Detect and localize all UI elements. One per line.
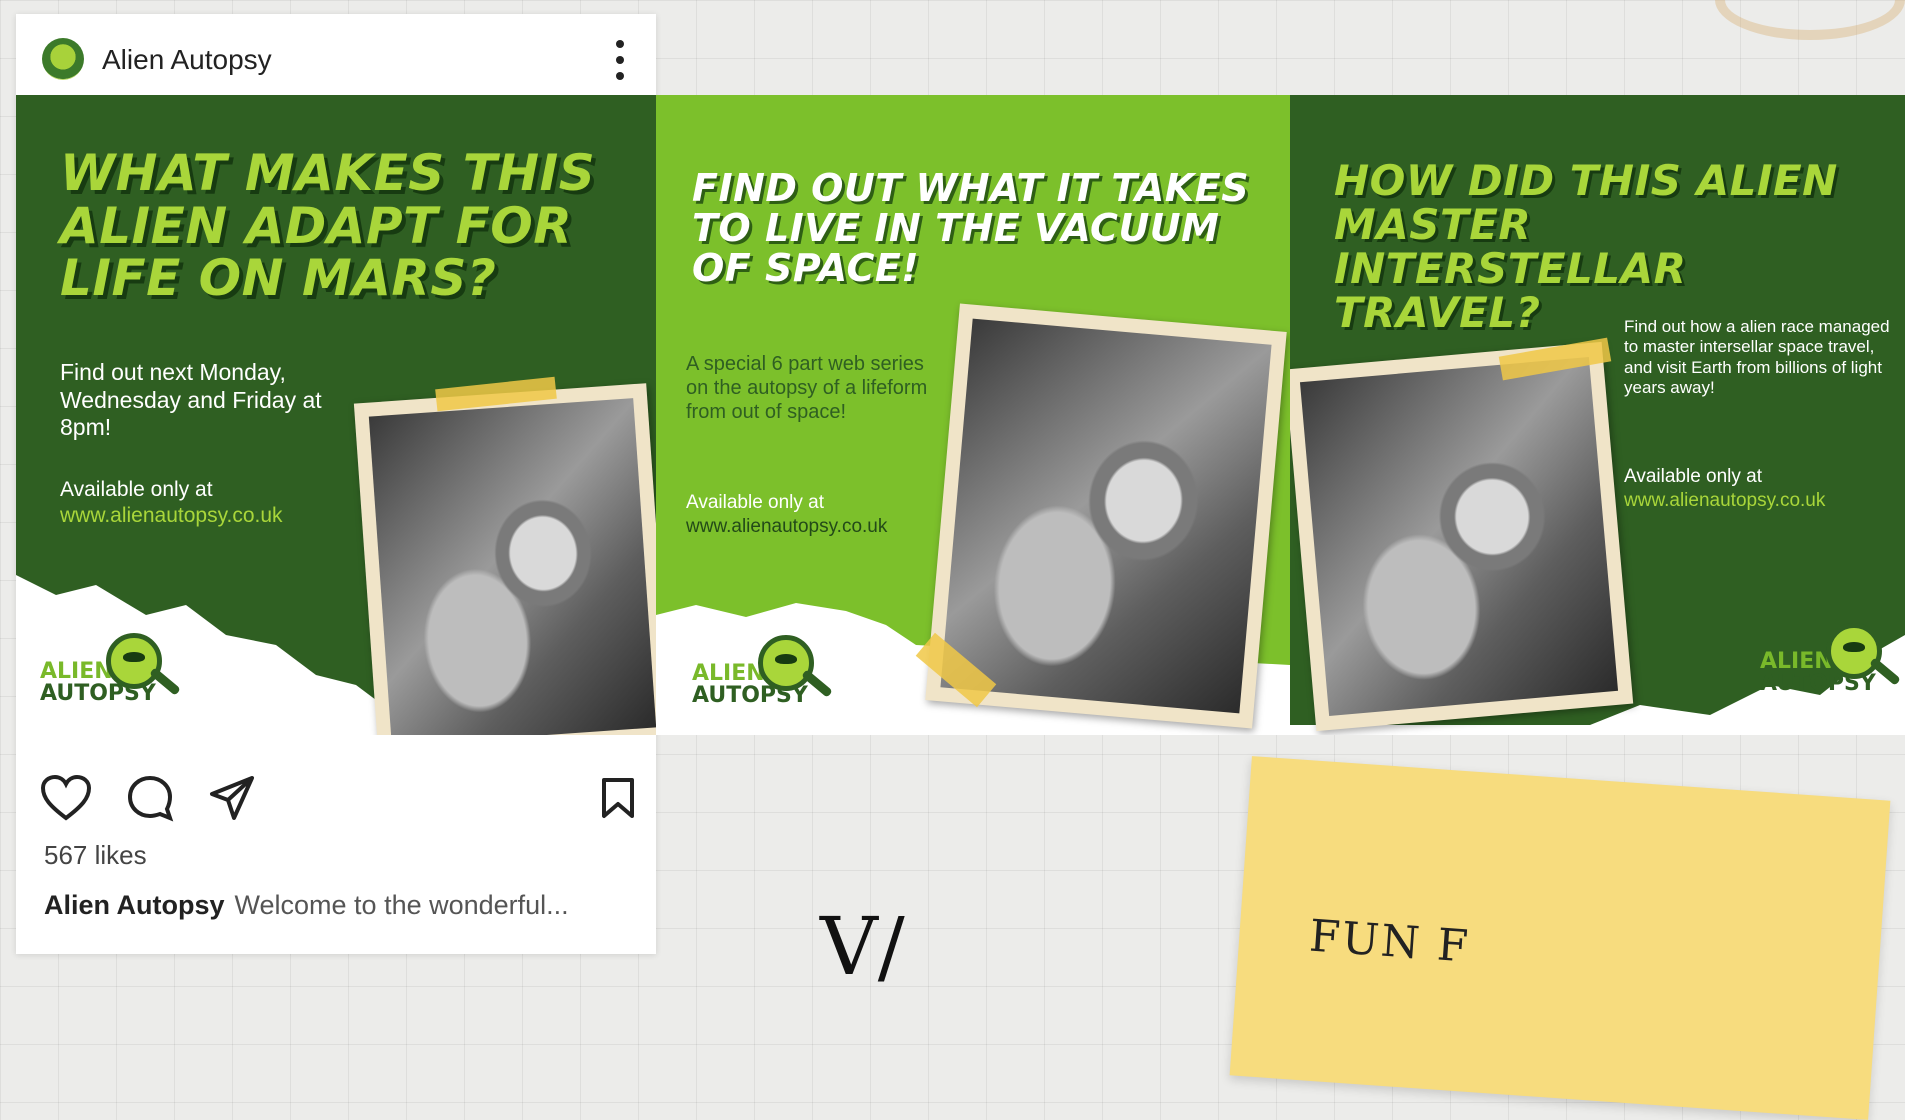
available-label: Available only at (686, 492, 825, 513)
availability-text: Available only at www.alienautopsy.co.uk (1624, 465, 1825, 513)
coffee-stain (1715, 0, 1905, 40)
slide-headline: Find out what it takes to live in the va… (692, 166, 1250, 290)
caption-username[interactable]: Alien Autopsy (44, 890, 225, 920)
slide-body-text: A special 6 part web series on the autop… (686, 353, 928, 423)
available-label: Available only at (60, 478, 213, 501)
post-username[interactable]: Alien Autopsy (102, 44, 272, 76)
likes-count[interactable]: 567 likes (44, 840, 147, 871)
bookmark-icon[interactable] (600, 776, 636, 820)
heart-icon[interactable] (40, 774, 92, 822)
availability-text: Available only at www.alienautopsy.co.uk (686, 491, 887, 539)
carousel-slide-1[interactable]: What makes this alien adapt for life on … (16, 95, 656, 735)
share-icon[interactable] (208, 774, 256, 822)
post-caption: Alien Autopsy Welcome to the wonderful... (44, 890, 644, 921)
slide-headline: What makes this alien adapt for life on … (60, 144, 596, 307)
comment-icon[interactable] (126, 774, 174, 822)
autopsy-photo (925, 303, 1287, 729)
website-link[interactable]: www.alienautopsy.co.uk (60, 503, 283, 529)
availability-text: Available only at www.alienautopsy.co.uk (60, 477, 283, 530)
available-label: Available only at (1624, 466, 1763, 487)
avatar[interactable] (42, 38, 84, 80)
slide-body-text: Find out next Monday, Wednesday and Frid… (60, 359, 322, 441)
more-options-icon[interactable] (610, 40, 630, 80)
autopsy-photo (353, 383, 656, 735)
autopsy-photo (1290, 341, 1634, 732)
website-link[interactable]: www.alienautopsy.co.uk (1624, 489, 1825, 513)
sticky-note-text: FUN F (1307, 910, 1472, 973)
alien-autopsy-logo: ALIEN AUTOPSY (40, 633, 190, 713)
slide-headline: How did this alien master interstellar t… (1334, 156, 1838, 338)
carousel-slide-2[interactable]: Find out what it takes to live in the va… (656, 95, 1290, 735)
slide-body-text: Find out how a alien race managed to mas… (1624, 317, 1890, 398)
alien-autopsy-logo: ALIEN AUTOPSY (692, 635, 842, 715)
website-link[interactable]: www.alienautopsy.co.uk (686, 515, 887, 539)
sticky-note: FUN F (1229, 756, 1891, 1120)
caption-text[interactable]: Welcome to the wonderful... (235, 890, 569, 920)
alien-autopsy-logo: ALIEN AUTOPSY (1760, 623, 1905, 703)
post-actions (16, 760, 656, 830)
carousel-slide-3[interactable]: How did this alien master interstellar t… (1290, 95, 1905, 735)
handwritten-scribble: V/ (820, 900, 905, 993)
post-header: Alien Autopsy (16, 14, 656, 94)
